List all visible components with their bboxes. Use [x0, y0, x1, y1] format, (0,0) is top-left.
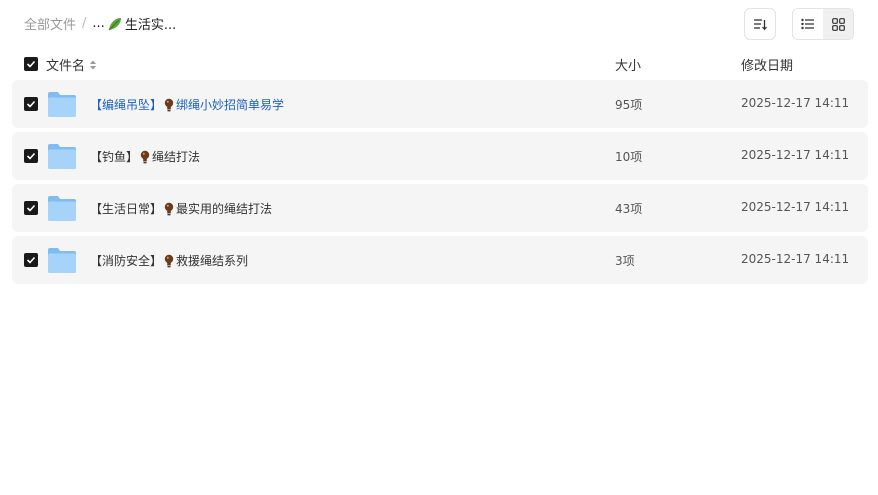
- file-size: 43项: [615, 202, 643, 216]
- table-header: 文件名 大小 修改日期: [0, 50, 878, 78]
- file-name[interactable]: 【钓鱼】 绳结打法: [90, 148, 200, 165]
- select-all-checkbox[interactable]: [24, 57, 38, 71]
- breadcrumb-ellipsis[interactable]: ...: [92, 16, 104, 31]
- folder-icon: [48, 144, 76, 169]
- row-checkbox[interactable]: [24, 201, 38, 215]
- breadcrumb: 全部文件 / ... 生活实...: [24, 14, 176, 33]
- row-checkbox[interactable]: [24, 253, 38, 267]
- file-name-suffix: 绳结打法: [152, 150, 201, 164]
- leaf-icon: [108, 17, 121, 30]
- header-size[interactable]: 大小: [615, 55, 641, 74]
- table-row[interactable]: 【生活日常】 最实用的绳结打法 43项 2025-12-17 14:11: [12, 184, 868, 232]
- check-icon: [26, 100, 36, 108]
- lightbulb-icon: [140, 150, 150, 163]
- breadcrumb-current-label: 生活实...: [124, 18, 177, 33]
- sort-arrows-icon: [90, 60, 97, 69]
- file-size: 95项: [615, 98, 643, 112]
- file-name[interactable]: 【编绳吊坠】 绑绳小妙招简单易学: [90, 96, 284, 113]
- folder-icon: [48, 92, 76, 117]
- file-name-prefix: 【生活日常】: [90, 202, 163, 216]
- table-row[interactable]: 【消防安全】 救援绳结系列 3项 2025-12-17 14:11: [12, 236, 868, 284]
- header-name-label: 文件名: [46, 59, 86, 74]
- file-name-prefix: 【消防安全】: [90, 254, 163, 268]
- grid-view-icon: [831, 17, 845, 31]
- breadcrumb-current[interactable]: ... 生活实...: [92, 14, 176, 33]
- grid-view-button[interactable]: [823, 9, 853, 39]
- table-row[interactable]: 【钓鱼】 绳结打法 10项 2025-12-17 14:11: [12, 132, 868, 180]
- file-name-prefix: 【钓鱼】: [90, 150, 139, 164]
- file-date: 2025-12-17 14:11: [741, 96, 850, 110]
- file-name-suffix: 绑绳小妙招简单易学: [176, 98, 285, 112]
- lightbulb-icon: [164, 254, 174, 267]
- row-checkbox[interactable]: [24, 149, 38, 163]
- table-row[interactable]: 【编绳吊坠】 绑绳小妙招简单易学 95项 2025-12-17 14:11: [12, 80, 868, 128]
- check-icon: [26, 256, 36, 264]
- check-icon: [26, 60, 36, 68]
- file-name[interactable]: 【消防安全】 救援绳结系列: [90, 252, 248, 269]
- file-size: 10项: [615, 150, 643, 164]
- top-bar: 全部文件 / ... 生活实...: [0, 0, 878, 48]
- file-name-prefix: 【编绳吊坠】: [90, 98, 163, 112]
- view-toggle: [792, 8, 854, 40]
- lightbulb-icon: [164, 98, 174, 111]
- file-date: 2025-12-17 14:11: [741, 200, 850, 214]
- lightbulb-icon: [164, 202, 174, 215]
- file-name[interactable]: 【生活日常】 最实用的绳结打法: [90, 200, 272, 217]
- file-name-suffix: 救援绳结系列: [176, 254, 249, 268]
- check-icon: [26, 152, 36, 160]
- folder-icon: [48, 248, 76, 273]
- folder-icon: [48, 196, 76, 221]
- header-name[interactable]: 文件名: [46, 55, 97, 74]
- file-date: 2025-12-17 14:11: [741, 252, 850, 266]
- sort-icon: [754, 19, 767, 31]
- file-size: 3项: [615, 254, 635, 268]
- file-name-suffix: 最实用的绳结打法: [176, 202, 273, 216]
- row-checkbox[interactable]: [24, 97, 38, 111]
- list-view-button[interactable]: [793, 9, 823, 39]
- sort-button[interactable]: [744, 8, 776, 40]
- list-view-icon: [801, 18, 814, 30]
- breadcrumb-root[interactable]: 全部文件: [24, 14, 76, 33]
- header-date[interactable]: 修改日期: [741, 55, 793, 74]
- breadcrumb-separator: /: [82, 16, 87, 31]
- check-icon: [26, 204, 36, 212]
- file-date: 2025-12-17 14:11: [741, 148, 850, 162]
